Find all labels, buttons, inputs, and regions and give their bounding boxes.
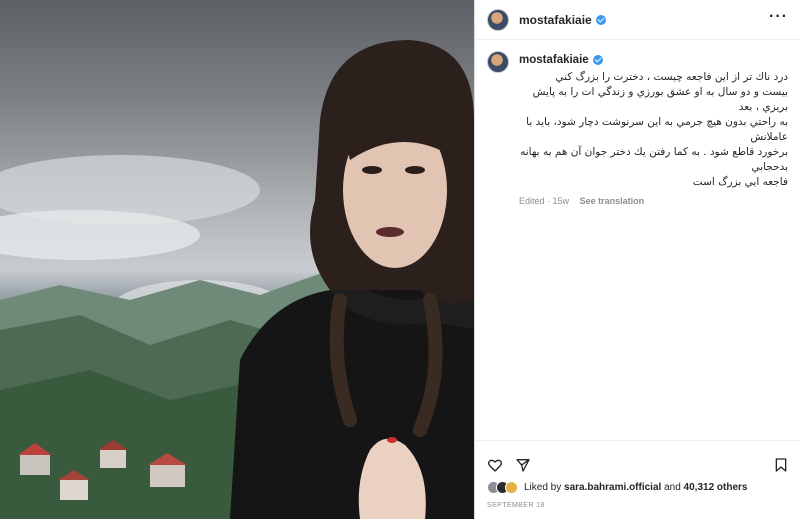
- caption-meta: Edited · 15w See translation: [519, 196, 788, 206]
- edited-label: Edited: [519, 196, 545, 206]
- liked-by-prefix: Liked by: [524, 482, 562, 493]
- liked-by-and: and: [664, 482, 681, 493]
- action-bar: [475, 441, 800, 477]
- caption-line: فاجعه ايي بزرگ است: [692, 176, 788, 188]
- verified-badge-icon: [592, 55, 603, 65]
- caption-username[interactable]: mostafakiaie: [519, 54, 589, 66]
- post-photo-illustration: [0, 40, 474, 519]
- likes-text: Liked by sara.bahrami.official and 40,31…: [524, 482, 747, 493]
- caption-line: بيست و دو سال به او عشق بورزي و زندگي ات…: [532, 86, 788, 113]
- caption-line: به راحتي بدون هيچ جرمي به اين سرنوشت دچا…: [526, 116, 788, 143]
- likes-row: Liked by sara.bahrami.official and 40,31…: [475, 477, 800, 494]
- more-options-icon[interactable]: ···: [769, 8, 788, 28]
- liker-avatar[interactable]: [505, 481, 518, 494]
- caption-author-avatar[interactable]: [487, 51, 509, 73]
- post-age[interactable]: 15w: [553, 196, 570, 206]
- author-username[interactable]: mostafakiaie: [519, 13, 592, 27]
- caption-text: درد ناك تر از اين فاجعه چيست ، دخترت را …: [519, 70, 788, 190]
- caption-username-row: mostafakiaie: [519, 54, 603, 66]
- caption-line: برخورد قاطع شود . به كما رفتن يك دختر جو…: [520, 146, 788, 173]
- caption-line: درد ناك تر از اين فاجعه چيست ، دخترت را …: [555, 71, 788, 83]
- likes-count[interactable]: 40,312 others: [684, 482, 748, 493]
- heart-icon[interactable]: [487, 457, 503, 473]
- see-translation-link[interactable]: See translation: [580, 196, 645, 206]
- post-image[interactable]: [0, 0, 474, 519]
- caption-body: mostafakiaie درد ناك تر از اين فاجعه چيس…: [519, 50, 788, 206]
- post-header: mostafakiaie ···: [475, 0, 800, 40]
- bookmark-icon[interactable]: [773, 457, 789, 473]
- verified-badge-icon: [595, 14, 606, 25]
- post-date[interactable]: SEPTEMBER 18: [475, 494, 800, 509]
- author-avatar[interactable]: [487, 8, 509, 31]
- caption-block: mostafakiaie درد ناك تر از اين فاجعه چيس…: [475, 40, 800, 206]
- liked-by-user[interactable]: sara.bahrami.official: [564, 482, 661, 493]
- post-details-panel: mostafakiaie ··· mostafakiaie درد ناك تر…: [474, 0, 800, 519]
- actions-area: Liked by sara.bahrami.official and 40,31…: [475, 440, 800, 509]
- share-icon[interactable]: [515, 457, 531, 473]
